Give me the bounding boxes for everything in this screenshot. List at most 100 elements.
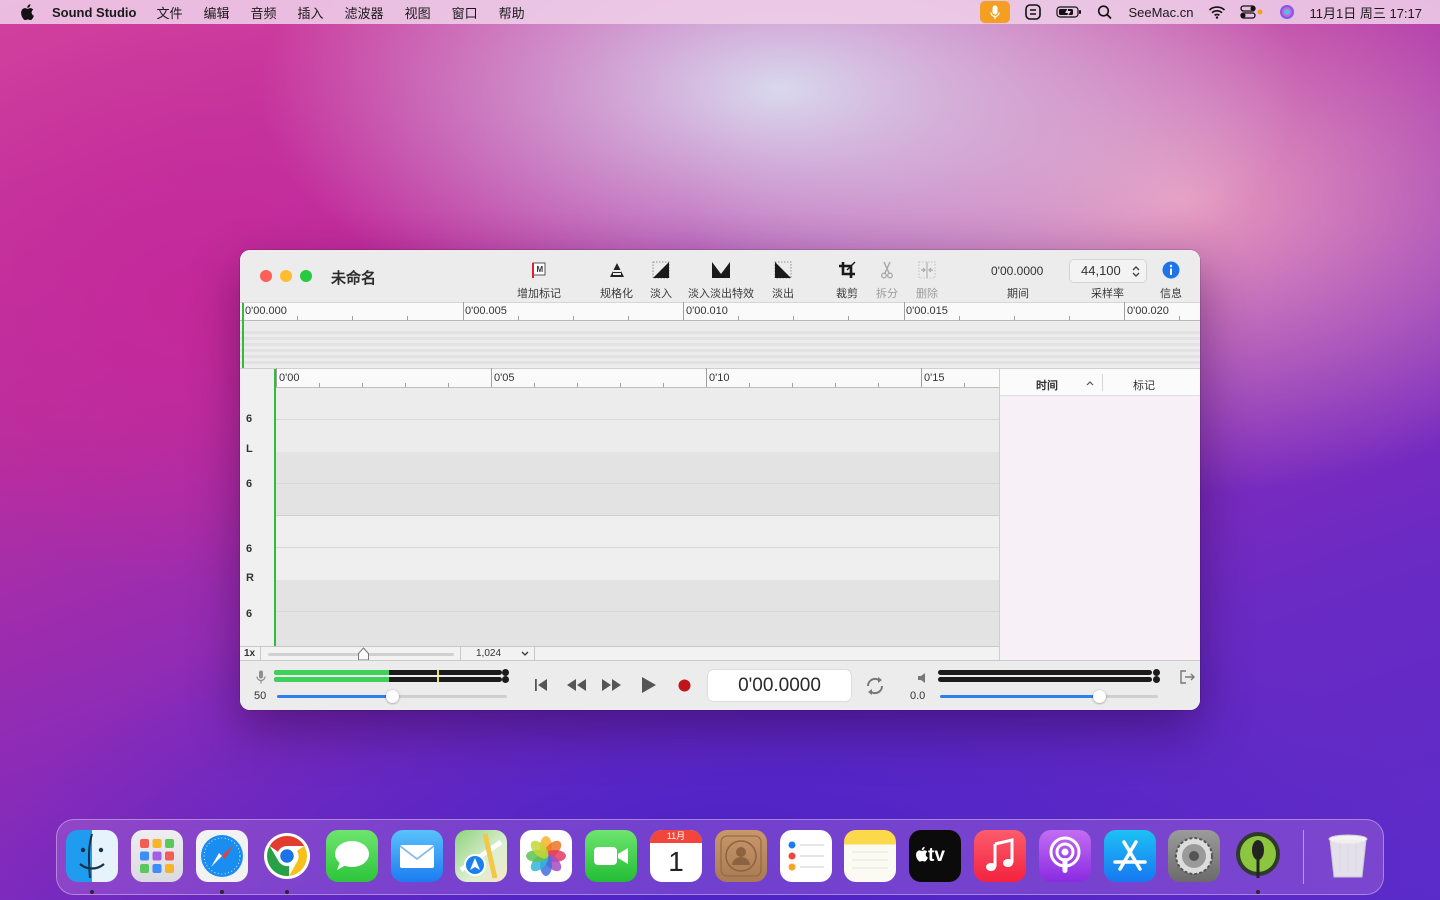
menubar-clock[interactable]: 11月1日 周三 17:17 <box>1310 3 1422 22</box>
waveform-editor[interactable]: 0'00 0'05 0'10 0'15 6 L 6 6 R 6 1x 1,024 <box>240 368 999 661</box>
fast-forward-button[interactable] <box>601 678 623 692</box>
music-icon[interactable] <box>974 830 1026 882</box>
input-volume-slider[interactable] <box>277 690 507 703</box>
input-clip-indicator <box>502 669 509 676</box>
output-device-icon[interactable] <box>1180 670 1196 684</box>
crop-button[interactable]: 裁剪 <box>836 260 858 301</box>
menu-view[interactable]: 视图 <box>405 3 431 22</box>
podcasts-icon[interactable] <box>1039 830 1091 882</box>
overview-ruler-label: 0'00.010 <box>686 305 728 317</box>
sound-studio-icon[interactable] <box>1232 830 1284 882</box>
channel-scale-label: 6 <box>246 543 253 555</box>
markers-col-marker[interactable]: 标记 <box>1103 374 1200 392</box>
left-channel-lane[interactable] <box>276 484 999 516</box>
messages-icon[interactable] <box>326 830 378 882</box>
markers-col-time[interactable]: 时间 <box>1008 374 1102 392</box>
ruler-tick <box>463 302 464 320</box>
launchpad-icon[interactable] <box>131 830 183 882</box>
add-marker-label: 增加标记 <box>517 288 561 300</box>
fade-in-button[interactable]: 淡入 <box>650 260 672 301</box>
menu-file[interactable]: 文件 <box>156 3 182 22</box>
input-clip-indicator <box>502 676 509 683</box>
wifi-icon[interactable] <box>1208 4 1226 20</box>
menu-filter[interactable]: 滤波器 <box>345 3 384 22</box>
mail-icon[interactable] <box>391 830 443 882</box>
safari-icon[interactable] <box>196 830 248 882</box>
crossfade-button[interactable]: 淡入淡出特效 <box>688 260 754 301</box>
ruler-tick <box>663 383 664 387</box>
reminders-icon[interactable] <box>780 830 832 882</box>
ruler-tick <box>835 383 836 387</box>
control-center-icon[interactable] <box>1239 4 1264 20</box>
duration-value: 0'00.0000 <box>991 264 1044 278</box>
overview-band <box>240 337 1200 340</box>
delete-label: 删除 <box>916 288 938 300</box>
samples-per-pixel-select[interactable]: 1,024 <box>462 647 534 661</box>
left-channel-lane[interactable] <box>276 420 999 452</box>
stepper-arrows-icon[interactable] <box>1132 265 1140 278</box>
left-channel-lane[interactable] <box>276 452 999 484</box>
photos-icon[interactable] <box>520 830 572 882</box>
input-level-meter <box>274 677 502 682</box>
right-channel-lane[interactable] <box>276 612 999 646</box>
menu-insert[interactable]: 插入 <box>298 3 324 22</box>
record-button[interactable] <box>678 679 691 692</box>
split-scissors-icon <box>876 260 898 280</box>
input-volume-knob[interactable] <box>385 690 399 703</box>
svg-text:M: M <box>537 265 544 274</box>
zoom-slider-knob[interactable] <box>357 647 370 661</box>
facetime-icon[interactable] <box>585 830 637 882</box>
overview-ruler-label: 0'00.015 <box>906 305 948 317</box>
menu-edit[interactable]: 编辑 <box>204 3 230 22</box>
rewind-button[interactable] <box>565 678 587 692</box>
go-to-start-button[interactable] <box>533 678 549 692</box>
minimize-window-button[interactable] <box>280 270 292 282</box>
scrobble-icon[interactable] <box>1024 4 1042 20</box>
output-volume-slider[interactable] <box>940 690 1158 703</box>
normalize-icon <box>606 260 628 280</box>
channel-scale-label: 6 <box>246 413 253 425</box>
chrome-icon[interactable] <box>261 830 313 882</box>
duration-label: 期间 <box>1007 288 1029 300</box>
delete-button[interactable]: 删除 <box>916 260 938 301</box>
editor-playhead[interactable] <box>274 369 276 647</box>
siri-icon[interactable] <box>1278 4 1296 20</box>
trash-icon[interactable] <box>1322 830 1374 882</box>
left-channel-lane[interactable] <box>276 388 999 420</box>
sample-rate-label: 采样率 <box>1091 288 1124 300</box>
sample-rate-stepper[interactable]: 44,100 <box>1069 259 1147 283</box>
transport-bar: 50 0'00.0000 0.0 <box>240 660 1200 710</box>
notes-icon[interactable] <box>844 830 896 882</box>
add-marker-button[interactable]: M 增加标记 <box>517 260 561 301</box>
overview-waveform[interactable]: 0'00.000 0'00.005 0'00.010 0'00.015 0'00… <box>240 302 1200 369</box>
menu-help[interactable]: 帮助 <box>499 3 525 22</box>
battery-icon[interactable] <box>1056 4 1082 20</box>
appletv-icon[interactable]: tv <box>909 830 961 882</box>
system-preferences-icon[interactable] <box>1168 830 1220 882</box>
finder-icon[interactable] <box>66 830 118 882</box>
microphone-indicator-icon[interactable] <box>980 1 1011 23</box>
close-window-button[interactable] <box>260 270 272 282</box>
zoom-window-button[interactable] <box>300 270 312 282</box>
right-channel-lane[interactable] <box>276 548 999 580</box>
play-button[interactable] <box>641 676 657 694</box>
menu-window[interactable]: 窗口 <box>452 3 478 22</box>
loop-button[interactable] <box>864 675 886 697</box>
right-channel-lane[interactable] <box>276 580 999 612</box>
calendar-icon[interactable]: 11月 1 <box>650 830 702 882</box>
maps-icon[interactable] <box>455 830 507 882</box>
right-channel-lane[interactable] <box>276 516 999 548</box>
appstore-icon[interactable] <box>1104 830 1156 882</box>
normalize-button[interactable]: 规格化 <box>600 260 633 301</box>
split-button[interactable]: 拆分 <box>876 260 898 301</box>
search-icon[interactable] <box>1096 4 1114 20</box>
menu-audio[interactable]: 音频 <box>251 3 277 22</box>
overview-playhead[interactable] <box>242 303 244 369</box>
fade-out-button[interactable]: 淡出 <box>772 260 794 301</box>
contacts-icon[interactable] <box>715 830 767 882</box>
apple-logo-icon[interactable] <box>20 4 34 20</box>
menu-app-name[interactable]: Sound Studio <box>52 5 136 20</box>
info-button[interactable]: 信息 <box>1160 260 1182 301</box>
output-volume-knob[interactable] <box>1092 690 1106 703</box>
skip-to-start-icon <box>535 679 547 691</box>
